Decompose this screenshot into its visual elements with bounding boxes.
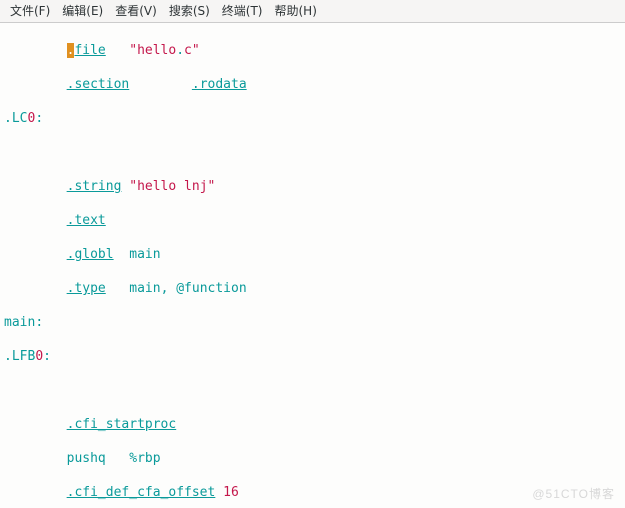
code-line: .cfi_startproc — [4, 416, 625, 433]
watermark: @51CTO博客 — [532, 485, 615, 502]
code-line: .LC0: — [4, 110, 625, 127]
code-line: .section .rodata — [4, 76, 625, 93]
menu-search[interactable]: 搜索(S) — [165, 2, 214, 20]
code-line: main: — [4, 314, 625, 331]
menu-view[interactable]: 查看(V) — [111, 2, 161, 20]
code-line: .file "hello.c" — [4, 42, 625, 59]
code-editor[interactable]: .file "hello.c" .section .rodata .LC0: .… — [0, 23, 625, 508]
code-line: .type main, @function — [4, 280, 625, 297]
menu-edit[interactable]: 编辑(E) — [58, 2, 107, 20]
menu-file[interactable]: 文件(F) — [6, 2, 54, 20]
code-line: .text — [4, 212, 625, 229]
code-line: .LFB0: — [4, 348, 625, 365]
menu-terminal[interactable]: 终端(T) — [218, 2, 267, 20]
code-line: .globl main — [4, 246, 625, 263]
code-line — [4, 144, 625, 161]
code-line — [4, 382, 625, 399]
menubar: 文件(F) 编辑(E) 查看(V) 搜索(S) 终端(T) 帮助(H) — [0, 0, 625, 23]
code-line: pushq %rbp — [4, 450, 625, 467]
code-line: .string "hello lnj" — [4, 178, 625, 195]
menu-help[interactable]: 帮助(H) — [271, 2, 321, 20]
